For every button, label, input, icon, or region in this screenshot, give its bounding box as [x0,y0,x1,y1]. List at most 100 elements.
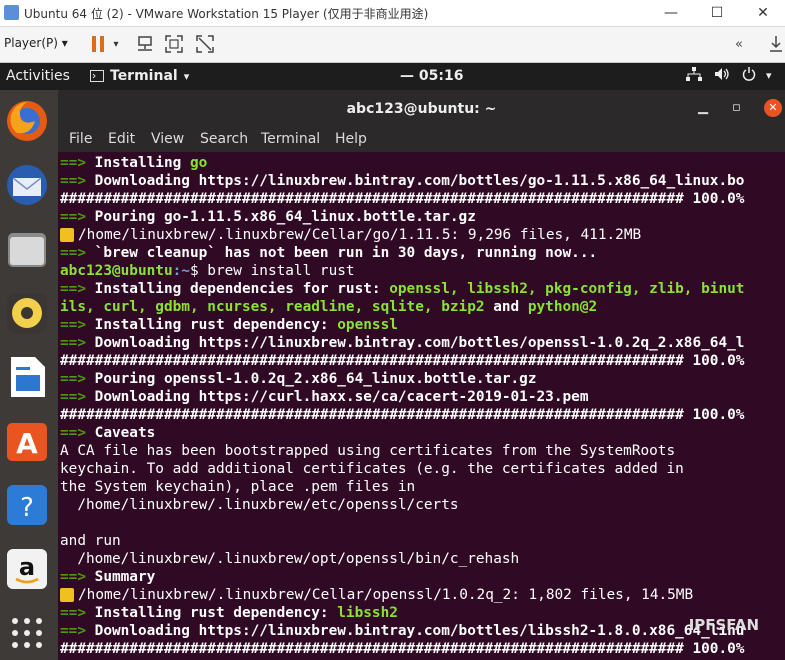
terminal-line: ########################################… [60,406,785,424]
terminal-line: ==> Installing go [60,154,785,172]
output-text: and [484,299,528,315]
terminal-line: ==> Summary [60,568,785,586]
show-apps-icon[interactable] [4,610,50,656]
arrow-marker: ==> [60,281,95,297]
terminal-line: /home/linuxbrew/.linuxbrew/Cellar/go/1.1… [60,226,785,244]
software-icon[interactable]: A [4,418,50,464]
terminal-menubar: File Edit View Search Terminal Help [58,128,785,152]
collapse-toolbar-button[interactable]: « [728,33,750,55]
activities-button[interactable]: Activities [6,68,70,84]
terminal-line: ==> Pouring openssl-1.0.2q_2.x86_64_linu… [60,370,785,388]
terminal-line: ==> Caveats [60,424,785,442]
terminal-line: ==> `brew cleanup` has not been run in 3… [60,244,785,262]
arrow-marker: ==> [60,389,95,405]
svg-text:a: a [19,553,35,581]
clock[interactable]: — 05:16 [400,68,463,84]
arrow-marker: ==> [60,317,95,333]
menu-terminal[interactable]: Terminal [261,131,320,147]
rhythmbox-icon[interactable] [4,290,50,336]
vmware-toolbar: Player(P) ▾ ▾ « [0,27,785,63]
terminal-close-button[interactable]: ✕ [764,99,782,117]
terminal-title: abc123@ubuntu: ~ [346,101,497,117]
output-text: Installing rust dependency: [94,317,338,333]
volume-icon[interactable] [714,67,730,85]
fullscreen-button[interactable] [163,33,185,55]
terminal-line: ==> Downloading https://linuxbrew.bintra… [60,172,785,190]
minimize-button[interactable]: — [648,0,694,26]
terminal-line: A CA file has been bootstrapped using ce… [60,442,785,460]
pause-button[interactable] [87,33,109,55]
prompt-path: :~ [172,263,190,279]
package-name: go [189,155,208,171]
app-menu[interactable]: Terminal ▾ [90,68,189,84]
close-button[interactable]: ✕ [740,0,785,26]
window-title: Ubuntu 64 位 (2) - VMware Workstation 15 … [24,7,429,21]
package-name: ils, curl, gdbm, ncurses, readline, sqli… [60,299,485,315]
pause-icon [92,36,104,52]
menu-file[interactable]: File [69,131,92,147]
package-name: libssh2 [337,605,398,621]
output-text: keychain. To add additional certificates… [60,461,684,477]
player-menu[interactable]: Player(P) ▾ [4,36,68,50]
send-ctrl-alt-del-button[interactable] [134,33,156,55]
menu-view[interactable]: View [151,131,184,147]
arrow-marker: ==> [60,245,95,261]
vmware-app-icon [4,5,19,20]
terminal-line: ==> Installing rust dependency: libssh2 [60,604,785,622]
command-text: $ brew install rust [189,263,355,279]
terminal-maximize-button[interactable]: ▫ [732,100,741,115]
terminal-line: ########################################… [60,640,785,658]
download-button[interactable] [765,33,785,55]
terminal-header-bar: abc123@ubuntu: ~ ▁ ▫ ✕ [58,90,785,128]
progress-bar: ########################################… [60,353,745,369]
output-text: Downloading https://linuxbrew.bintray.co… [94,173,745,189]
terminal-line: ils, curl, gdbm, ncurses, readline, sqli… [60,298,785,316]
double-chevron-left-icon: « [735,36,743,52]
svg-text:?: ? [20,493,34,523]
ubuntu-dock: A ? a [0,90,58,660]
maximize-button[interactable]: ☐ [694,0,740,26]
app-menu-label: Terminal [110,68,178,84]
arrow-marker: ==> [60,173,95,189]
vmware-title-bar: Ubuntu 64 位 (2) - VMware Workstation 15 … [0,0,785,27]
output-text: Downloading https://linuxbrew.bintray.co… [94,623,745,639]
firefox-icon[interactable] [4,98,50,144]
arrow-marker: ==> [60,335,95,351]
output-text: /home/linuxbrew/.linuxbrew/Cellar/go/1.1… [78,227,642,243]
package-name: openssl, libssh2, pkg-config, zlib, binu… [389,281,745,297]
terminal-output[interactable]: ==> Installing go ==> Downloading https:/… [60,154,785,660]
terminal-line: /home/linuxbrew/.linuxbrew/opt/openssl/b… [60,550,785,568]
menu-search[interactable]: Search [200,131,248,147]
terminal-minimize-button[interactable]: ▁ [698,100,708,115]
writer-icon[interactable] [4,354,50,400]
download-icon [770,36,782,52]
output-text: Downloading https://curl.haxx.se/ca/cace… [94,389,589,405]
package-name: python@2 [527,299,598,315]
player-menu-label: Player(P) [4,36,58,50]
help-icon[interactable]: ? [4,482,50,528]
menu-edit[interactable]: Edit [108,131,135,147]
beer-icon [60,588,74,602]
terminal-line: ########################################… [60,190,785,208]
thunderbird-icon[interactable] [4,162,50,208]
power-icon[interactable] [742,67,756,85]
chevron-down-icon: ▾ [183,69,190,83]
network-status-icon[interactable] [686,67,702,85]
terminal-line: ==> Downloading https://linuxbrew.bintra… [60,334,785,352]
terminal-line: abc123@ubuntu:~$ brew install rust [60,262,785,280]
beer-icon [60,228,74,242]
unity-button[interactable] [194,33,216,55]
terminal-line: ==> Installing rust dependency: openssl [60,316,785,334]
amazon-icon[interactable]: a [4,546,50,592]
unity-icon [196,35,214,53]
output-text: Downloading https://linuxbrew.bintray.co… [94,335,745,351]
svg-text:A: A [16,427,38,460]
system-menu-chevron-icon[interactable]: ▾ [766,69,772,82]
menu-help[interactable]: Help [335,131,367,147]
terminal-line: and run [60,532,785,550]
pause-dropdown[interactable]: ▾ [110,33,122,55]
terminal-line: ==> Downloading https://linuxbrew.bintra… [60,622,785,640]
terminal-icon [90,70,104,82]
files-icon[interactable] [4,226,50,272]
